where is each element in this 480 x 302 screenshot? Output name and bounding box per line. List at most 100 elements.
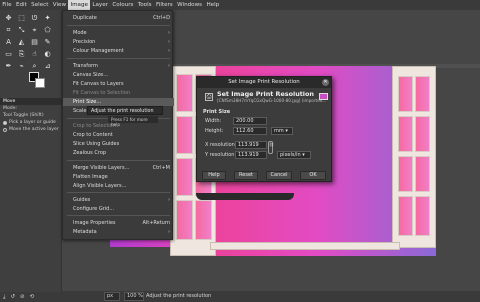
radio-icon[interactable] [3, 120, 7, 125]
zoom-select[interactable]: 100 % [124, 292, 144, 301]
menu-edit[interactable]: Edit [14, 0, 29, 10]
resolution-unit-select[interactable]: pixels/in ▾ [277, 151, 311, 159]
menu-item-label: Mode [73, 30, 87, 36]
print-resolution-dialog: Set Image Print Resolution ✕ ⎙ Set Image… [196, 76, 332, 182]
menu-item-crop-to-content[interactable]: Crop to Content [63, 131, 174, 139]
menu-view[interactable]: View [51, 0, 69, 10]
move-tool-icon[interactable]: ✥ [3, 13, 14, 23]
menu-item-zealous-crop[interactable]: Zealous Crop [63, 149, 174, 157]
cage-icon[interactable]: ⬠ [42, 25, 53, 35]
menu-item-label: Fit Canvas to Layers [73, 81, 124, 87]
smudge-icon[interactable]: ☝ [29, 49, 40, 59]
menu-item-fit-canvas-to-selection[interactable]: Fit Canvas to Selection [63, 89, 174, 97]
measure-icon[interactable]: ⊿ [42, 61, 53, 71]
window-pane [195, 200, 212, 240]
menu-item-fit-canvas-to-layers[interactable]: Fit Canvas to Layers [63, 80, 174, 88]
menu-separator [67, 58, 170, 59]
menu-windows[interactable]: Windows [175, 0, 204, 10]
menu-item-print-size[interactable]: Print Size... [63, 98, 174, 106]
dialog-title: Set Image Print Resolution [197, 77, 331, 88]
transform-icon[interactable]: ⤡ [16, 25, 27, 35]
paintbrush-icon[interactable]: ✎ [42, 37, 53, 47]
move-active-label: Move the active layer [9, 127, 59, 132]
tool-grid: ✥ ⬚ ᘎ ✦ ⌗ ⤡ ⌖ ⬠ A ◭ ▤ ✎ ▭ ⎘ ☝ ◐ ✒ ⌁ ⌕ ⊿ [3, 13, 53, 71]
menu-help[interactable]: Help [204, 0, 221, 10]
menu-tools[interactable]: Tools [136, 0, 154, 10]
menu-item-flatten-image[interactable]: Flatten Image [63, 173, 174, 181]
chevron-right-icon: › [168, 48, 170, 54]
menu-select[interactable]: Select [29, 0, 51, 10]
unit-select[interactable]: px [104, 292, 120, 301]
lasso-icon[interactable]: ᘎ [29, 13, 40, 23]
laptop-base [196, 193, 294, 200]
menu-item-mode[interactable]: Mode › [63, 29, 174, 37]
color-picker-icon[interactable]: ⌁ [16, 61, 27, 71]
menu-tooltip: Adjust the print resolution [87, 106, 163, 115]
mode-row: Mode: [0, 105, 62, 112]
move-active-option[interactable]: Move the active layer [0, 126, 62, 133]
y-resolution-field[interactable]: 113.919 [235, 151, 267, 159]
toolbox-panel: ✥ ⬚ ᘎ ✦ ⌗ ⤡ ⌖ ⬠ A ◭ ▤ ✎ ▭ ⎘ ☝ ◐ ✒ ⌁ ⌕ ⊿ … [0, 10, 62, 292]
menu-layer[interactable]: Layer [90, 0, 110, 10]
width-field[interactable]: 200.00 [233, 117, 267, 125]
eraser-icon[interactable]: ▭ [3, 49, 14, 59]
menu-file[interactable]: File [0, 0, 14, 10]
rect-select-icon[interactable]: ⬚ [16, 13, 27, 23]
menu-item-configure-grid[interactable]: Configure Grid... [63, 205, 174, 213]
help-hint-tooltip: Press F1 for more help [108, 116, 158, 127]
restore-icon[interactable]: ↺ [10, 294, 15, 300]
menu-item-merge-visible-layers[interactable]: Merge Visible Layers... Ctrl+M [63, 164, 174, 172]
menu-item-slice-using-guides[interactable]: Slice Using Guides [63, 140, 174, 148]
menu-item-label: Print Size... [73, 99, 102, 105]
ok-button[interactable]: OK [300, 171, 326, 180]
radio-icon[interactable] [3, 127, 7, 132]
chevron-right-icon: › [168, 63, 170, 69]
window-pane [398, 116, 413, 152]
reset-button[interactable]: Reset [234, 171, 258, 180]
cancel-button[interactable]: Cancel [266, 171, 292, 180]
zoom-icon[interactable]: ⌕ [29, 61, 40, 71]
path-icon[interactable]: ✒ [3, 61, 14, 71]
warp-icon[interactable]: ⌖ [29, 25, 40, 35]
gradient-icon[interactable]: ▤ [29, 37, 40, 47]
menu-item-label: Guides [73, 197, 91, 203]
window-pane [398, 76, 413, 112]
menu-item-label: Precision [73, 39, 96, 45]
background-color-swatch[interactable] [35, 78, 45, 88]
save-options-icon[interactable]: ⤓ [3, 294, 5, 301]
height-field[interactable]: 112.60 [233, 127, 267, 135]
close-icon[interactable]: ✕ [322, 79, 329, 86]
status-bar: px 100 % Adjust the print resolution [62, 291, 480, 302]
menu-item-metadata[interactable]: Metadata › [63, 228, 174, 236]
menu-filters[interactable]: Filters [154, 0, 175, 10]
menu-image[interactable]: Image [68, 0, 91, 10]
text-icon[interactable]: A [3, 37, 14, 47]
menu-item-guides[interactable]: Guides › [63, 196, 174, 204]
menu-item-duplicate[interactable]: Duplicate Ctrl+D [63, 14, 174, 22]
menu-item-align-visible-layers[interactable]: Align Visible Layers... [63, 182, 174, 190]
chain-link-icon[interactable]: ⛓ [268, 141, 274, 154]
crop-icon[interactable]: ⌗ [3, 25, 14, 35]
menu-item-canvas-size[interactable]: Canvas Size... [63, 71, 174, 79]
x-resolution-field[interactable]: 113.919 [235, 141, 267, 149]
dodge-icon[interactable]: ◐ [42, 49, 53, 59]
bucket-fill-icon[interactable]: ◭ [16, 37, 27, 47]
help-button[interactable]: Help [202, 171, 226, 180]
pick-layer-option[interactable]: Pick a layer or guide [0, 119, 62, 126]
menu-colours[interactable]: Colours [110, 0, 135, 10]
clone-icon[interactable]: ⎘ [16, 49, 27, 59]
menu-item-transform[interactable]: Transform › [63, 62, 174, 70]
window-pane [176, 74, 193, 112]
menu-separator [67, 160, 170, 161]
fuzzy-select-icon[interactable]: ✦ [42, 13, 53, 23]
delete-icon[interactable]: ⊘ [20, 294, 25, 300]
menu-item-label: Configure Grid... [73, 206, 115, 212]
menu-item-colour-management[interactable]: Colour Management › [63, 47, 174, 55]
reset-icon[interactable]: ⟲ [30, 294, 35, 300]
tool-toggle-label: Tool Toggle (Shift) [3, 113, 44, 118]
menu-item-label: Colour Management [73, 48, 124, 54]
menu-item-precision[interactable]: Precision › [63, 38, 174, 46]
toolbox-footer: ⤓ ↺ ⊘ ⟲ [0, 292, 62, 302]
size-unit-select[interactable]: mm ▾ [271, 127, 293, 135]
menu-item-image-properties[interactable]: Image Properties Alt+Return [63, 219, 174, 227]
